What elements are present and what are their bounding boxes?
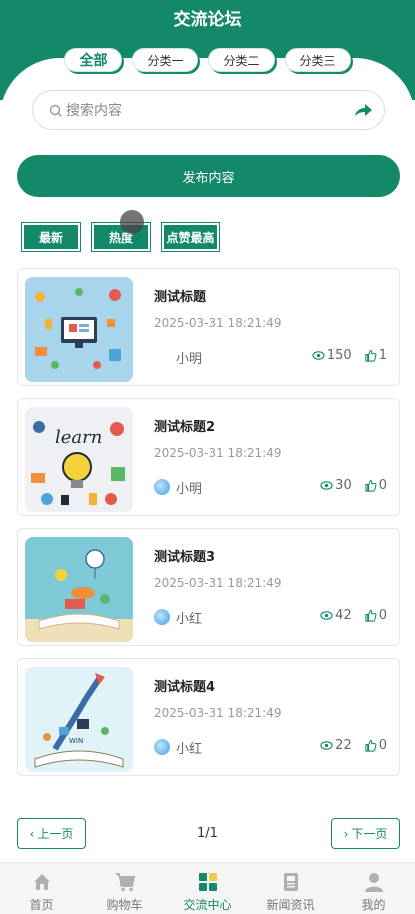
nav-home-label: 首页 [29, 898, 54, 912]
post-author: 小红 [176, 612, 203, 627]
post-time: 2025-03-31 18:21:49 [154, 706, 282, 720]
post-stats: 22 0 [320, 738, 387, 753]
bottom-nav: 首页 购物车 交流中心 新闻资讯 我的 [0, 862, 415, 914]
eye-icon [320, 481, 333, 490]
sort-latest-button[interactable]: 最新 [21, 222, 81, 252]
avatar [154, 609, 170, 625]
search-bar [32, 90, 385, 130]
post-author: 小明 [176, 482, 203, 497]
tab-category-2[interactable]: 分类二 [208, 48, 275, 72]
sort-most-liked-button[interactable]: 点赞最高 [161, 222, 220, 252]
avatar [154, 479, 170, 495]
eye-icon [320, 741, 333, 750]
like-count: 0 [378, 478, 387, 493]
post-stats: 42 0 [320, 608, 387, 623]
like-count: 0 [378, 738, 387, 753]
avatar [154, 739, 170, 755]
grid-icon [198, 873, 217, 891]
thumbs-up-icon[interactable] [364, 479, 377, 492]
home-icon [33, 874, 50, 890]
nav-news[interactable]: 新闻资讯 [249, 863, 332, 914]
search-icon [49, 104, 62, 117]
touch-indicator [120, 210, 144, 234]
user-icon [364, 873, 383, 892]
post-thumbnail: WIN [25, 667, 133, 772]
next-page-label: 下一页 [351, 827, 388, 841]
post-author: 小红 [176, 742, 203, 757]
post-card[interactable]: WIN 测试标题4 2025-03-31 18:21:49 小红 22 0 [17, 658, 400, 776]
post-title: 测试标题3 [154, 550, 216, 565]
nav-profile[interactable]: 我的 [332, 863, 415, 914]
page-title: 交流论坛 [173, 10, 242, 30]
post-time: 2025-03-31 18:21:49 [154, 316, 282, 330]
nav-community-label: 交流中心 [183, 898, 232, 912]
post-card[interactable]: 测试标题 2025-03-31 18:21:49 小明 150 1 [17, 268, 400, 386]
nav-cart-label: 购物车 [106, 898, 143, 912]
post-thumbnail: learn [25, 407, 133, 512]
post-author: 小明 [176, 352, 203, 367]
tab-category-1[interactable]: 分类一 [132, 48, 199, 72]
view-count: 22 [335, 738, 352, 753]
view-count: 150 [326, 348, 352, 363]
eye-icon [312, 351, 325, 360]
next-page-button[interactable]: › 下一页 [331, 818, 400, 849]
thumbs-up-icon[interactable] [364, 739, 377, 752]
svg-text:WIN: WIN [69, 737, 83, 745]
category-tabs: 全部 分类一 分类二 分类三 [0, 48, 415, 72]
thumbs-up-icon[interactable] [364, 349, 377, 362]
svg-text:learn: learn [55, 427, 102, 448]
like-count: 0 [378, 608, 387, 623]
post-card[interactable]: learn 测试标题2 2025-03-31 18:21:49 小明 30 0 [17, 398, 400, 516]
nav-community[interactable]: 交流中心 [166, 863, 249, 914]
post-thumbnail [25, 537, 133, 642]
nav-cart[interactable]: 购物车 [83, 863, 166, 914]
thumbs-up-icon[interactable] [364, 609, 377, 622]
like-count: 1 [378, 348, 387, 363]
cart-icon [115, 873, 135, 892]
post-title: 测试标题2 [154, 420, 216, 435]
view-count: 42 [335, 608, 352, 623]
post-time: 2025-03-31 18:21:49 [154, 446, 282, 460]
post-title: 测试标题4 [154, 680, 216, 695]
arrow-right-icon[interactable] [353, 102, 373, 120]
search-input[interactable] [66, 99, 326, 123]
post-time: 2025-03-31 18:21:49 [154, 576, 282, 590]
nav-news-label: 新闻资讯 [266, 898, 315, 912]
nav-profile-label: 我的 [361, 898, 386, 912]
post-card[interactable]: 测试标题3 2025-03-31 18:21:49 小红 42 0 [17, 528, 400, 646]
news-icon [283, 873, 298, 891]
publish-button[interactable]: 发布内容 [17, 155, 400, 197]
post-stats: 150 1 [312, 348, 387, 363]
post-thumbnail [25, 277, 133, 382]
eye-icon [320, 611, 333, 620]
tab-category-3[interactable]: 分类三 [284, 48, 351, 72]
chevron-right-icon: › [343, 826, 349, 841]
view-count: 30 [335, 478, 352, 493]
post-stats: 30 0 [320, 478, 387, 493]
post-title: 测试标题 [154, 290, 207, 305]
nav-home[interactable]: 首页 [0, 863, 83, 914]
tab-all[interactable]: 全部 [64, 48, 123, 72]
